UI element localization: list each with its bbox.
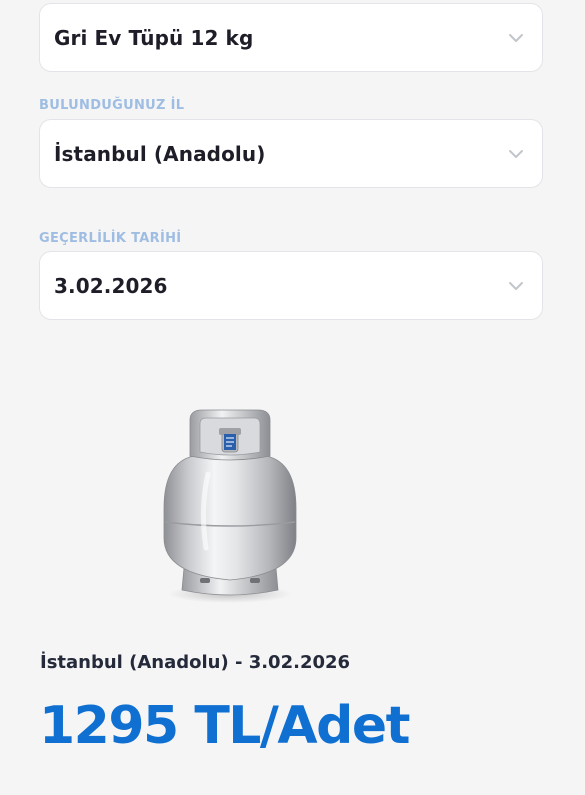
province-select[interactable]: İstanbul (Anadolu) [39,119,543,188]
date-label: GEÇERLİLİK TARİHİ [39,231,182,246]
chevron-down-icon [509,281,523,290]
chevron-down-icon [509,33,523,42]
province-select-value: İstanbul (Anadolu) [54,141,266,166]
date-select-value: 3.02.2026 [54,273,168,298]
date-select[interactable]: 3.02.2026 [39,251,543,320]
price-value: 1295 TL/Adet [39,696,411,756]
result-title: İstanbul (Anadolu) - 3.02.2026 [40,652,351,673]
product-select-value: Gri Ev Tüpü 12 kg [54,25,254,50]
province-label: BULUNDUĞUNUZ İL [39,98,185,113]
chevron-down-icon [509,149,523,158]
gas-cylinder-icon [163,409,297,603]
product-select[interactable]: Gri Ev Tüpü 12 kg [39,3,543,72]
gas-cylinder-image [150,398,310,608]
